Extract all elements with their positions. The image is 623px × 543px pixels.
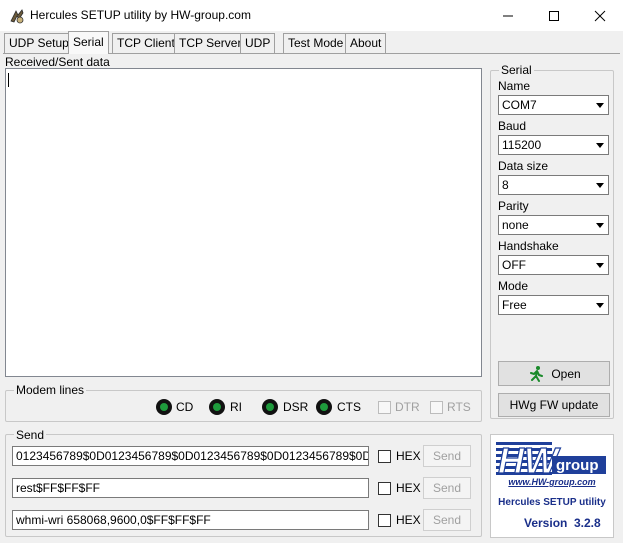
received-data-label: Received/Sent data <box>5 55 110 69</box>
logo-hw-text: HW <box>498 440 561 480</box>
send-button-1[interactable]: Send <box>423 445 471 467</box>
ri-label: RI <box>230 400 242 414</box>
mode-select[interactable]: Free <box>498 295 609 315</box>
dsr-led-indicator <box>262 399 278 415</box>
open-button[interactable]: Open <box>498 361 610 386</box>
handshake-value: OFF <box>502 258 526 272</box>
cd-led-indicator <box>156 399 172 415</box>
chevron-down-icon[interactable] <box>591 176 608 194</box>
parity-label: Parity <box>498 199 529 213</box>
hercules-app-icon[interactable] <box>8 7 26 25</box>
send-input-3[interactable]: whmi-wri 658068,9600,0$FF$FF$FF <box>12 510 369 530</box>
tab-tcp-client[interactable]: TCP Client <box>112 33 180 53</box>
cd-label: CD <box>176 400 194 414</box>
hex-label-1: HEX <box>396 449 421 463</box>
open-button-label: Open <box>551 366 581 381</box>
cts-led-indicator <box>316 399 332 415</box>
logo-product-name: Hercules SETUP utility <box>498 497 606 508</box>
window-title: Hercules SETUP utility by HW-group.com <box>30 8 251 22</box>
maximize-button[interactable] <box>531 0 577 31</box>
chevron-down-icon[interactable] <box>591 296 608 314</box>
close-icon <box>594 10 606 21</box>
port-name-label: Name <box>498 79 531 93</box>
chevron-down-icon[interactable] <box>591 96 608 114</box>
received-data-textarea[interactable] <box>5 68 482 377</box>
chevron-down-icon[interactable] <box>591 256 608 274</box>
hw-group-logo: HW group <box>496 440 606 480</box>
modem-lines-title: Modem lines <box>14 383 87 397</box>
tab-serial[interactable]: Serial <box>68 31 109 54</box>
tab-test-mode[interactable]: Test Mode <box>283 33 349 53</box>
rts-label: RTS <box>447 400 471 414</box>
port-name-select[interactable]: COM7 <box>498 95 609 115</box>
send-button-2[interactable]: Send <box>423 477 471 499</box>
hwg-fw-update-button[interactable]: HWg FW update <box>498 393 610 417</box>
text-caret <box>8 73 9 87</box>
hex-label-3: HEX <box>396 513 421 527</box>
dtr-label: DTR <box>395 400 420 414</box>
dtr-checkbox[interactable] <box>378 401 391 414</box>
send-group-title: Send <box>14 428 47 442</box>
hex-checkbox-1[interactable] <box>378 450 391 463</box>
close-button[interactable] <box>577 0 623 31</box>
hex-label-2: HEX <box>396 481 421 495</box>
tab-about[interactable]: About <box>345 33 387 53</box>
data-size-value: 8 <box>502 178 509 192</box>
minimize-icon <box>503 15 513 16</box>
minimize-button[interactable] <box>485 0 531 31</box>
baud-select[interactable]: 115200 <box>498 135 609 155</box>
hex-checkbox-3[interactable] <box>378 514 391 527</box>
baud-label: Baud <box>498 119 527 133</box>
parity-select[interactable]: none <box>498 215 609 235</box>
rts-checkbox[interactable] <box>430 401 443 414</box>
chevron-down-icon[interactable] <box>591 216 608 234</box>
version-label: Version <box>524 516 568 530</box>
data-size-label: Data size <box>498 159 549 173</box>
baud-value: 115200 <box>502 138 542 152</box>
chevron-down-icon[interactable] <box>591 136 608 154</box>
ri-led-indicator <box>209 399 225 415</box>
tab-udp-setup[interactable]: UDP Setup <box>4 33 74 53</box>
maximize-icon <box>549 10 559 21</box>
dsr-label: DSR <box>283 400 309 414</box>
tab-udp[interactable]: UDP <box>240 33 276 53</box>
handshake-select[interactable]: OFF <box>498 255 609 275</box>
data-size-select[interactable]: 8 <box>498 175 609 195</box>
running-man-icon <box>530 365 544 382</box>
mode-label: Mode <box>498 279 529 293</box>
version-number: 3.2.8 <box>574 516 601 530</box>
hex-checkbox-2[interactable] <box>378 482 391 495</box>
logo-group-text: group <box>556 457 599 474</box>
cts-label: CTS <box>337 400 361 414</box>
handshake-label: Handshake <box>498 239 559 253</box>
tab-tcp-server[interactable]: TCP Server <box>174 33 247 53</box>
send-input-1[interactable]: 0123456789$0D0123456789$0D0123456789$0D0… <box>12 446 369 466</box>
send-button-3[interactable]: Send <box>423 509 471 531</box>
serial-group-title: Serial <box>499 63 534 77</box>
send-input-2[interactable]: rest$FF$FF$FF <box>12 478 369 498</box>
parity-value: none <box>502 218 529 232</box>
logo-url[interactable]: www.HW-group.com <box>502 477 602 487</box>
mode-value: Free <box>502 298 527 312</box>
port-name-value: COM7 <box>502 98 537 112</box>
